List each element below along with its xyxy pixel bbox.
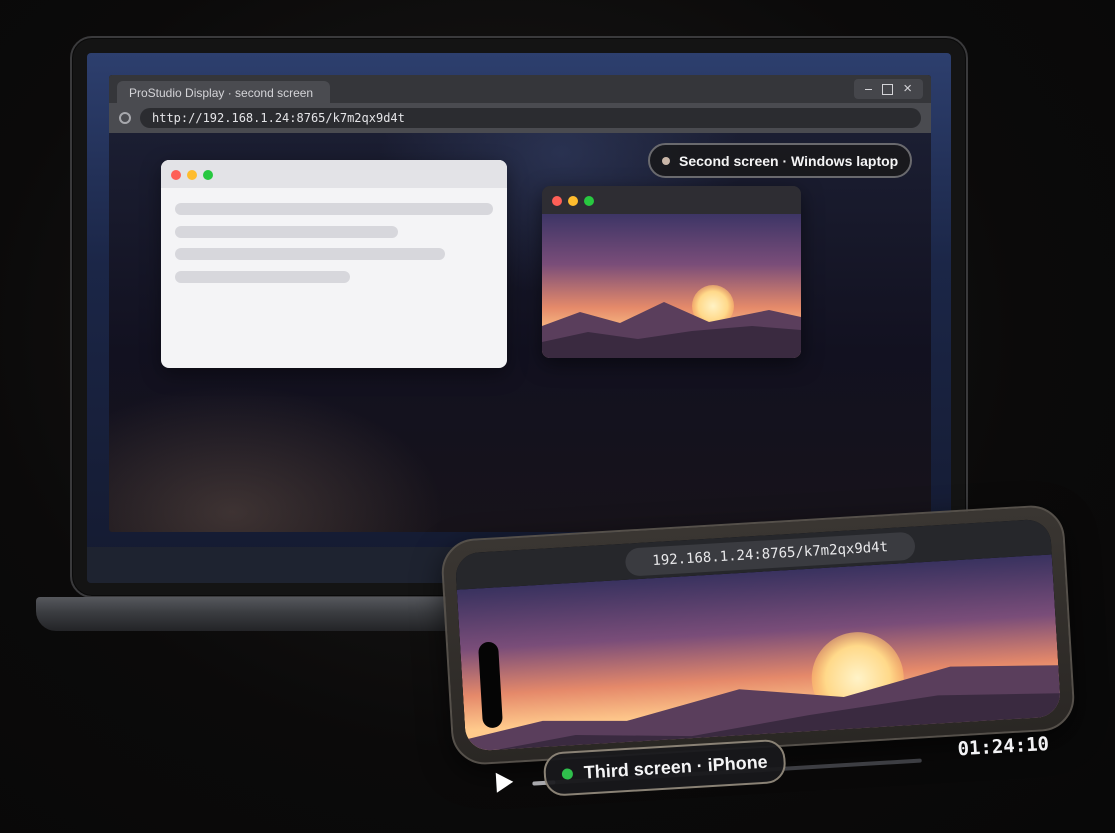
address-bar: http://192.168.1.24:8765/k7m2qx9d4t xyxy=(109,103,931,133)
status-dot-icon xyxy=(662,156,670,165)
site-info-icon[interactable] xyxy=(119,112,131,124)
text-placeholder-line xyxy=(175,226,398,238)
play-icon[interactable] xyxy=(494,771,515,794)
text-placeholder-line xyxy=(175,203,493,215)
phone-screen: 192.168.1.24:8765/k7m2qx9d4t xyxy=(454,518,1062,752)
document-window[interactable] xyxy=(161,160,507,368)
document-window-titlebar xyxy=(161,160,507,188)
second-screen-badge: Second screen · Windows laptop xyxy=(648,143,913,178)
laptop: ProStudio Display · second screen × http… xyxy=(70,36,968,598)
third-screen-badge-label: Third screen · iPhone xyxy=(583,751,769,783)
browser-titlebar: ProStudio Display · second screen × xyxy=(109,75,931,105)
text-placeholder-line xyxy=(175,271,350,283)
close-dot-icon[interactable] xyxy=(552,196,562,206)
minimize-dot-icon[interactable] xyxy=(568,196,578,206)
minimize-dot-icon[interactable] xyxy=(187,170,197,180)
minimize-icon[interactable] xyxy=(865,88,873,90)
url-field[interactable]: http://192.168.1.24:8765/k7m2qx9d4t xyxy=(140,108,921,128)
third-screen-badge: Third screen · iPhone xyxy=(542,738,787,797)
second-screen-badge-label: Second screen · Windows laptop xyxy=(679,152,899,169)
video-frame[interactable] xyxy=(456,554,1062,752)
playback-time: 01:24:10 xyxy=(956,732,1050,761)
photo-window-titlebar xyxy=(542,186,801,214)
close-icon[interactable]: × xyxy=(903,81,912,96)
close-dot-icon[interactable] xyxy=(171,170,181,180)
window-controls: × xyxy=(854,79,923,99)
browser-content xyxy=(109,133,931,532)
maximize-icon[interactable] xyxy=(882,83,894,95)
sunset-image xyxy=(542,214,801,358)
zoom-dot-icon[interactable] xyxy=(584,196,594,206)
zoom-dot-icon[interactable] xyxy=(203,170,213,180)
phone: 192.168.1.24:8765/k7m2qx9d4t 01:24:10 Th… xyxy=(439,503,1077,797)
browser-tab[interactable]: ProStudio Display · second screen xyxy=(117,81,330,105)
status-dot-icon xyxy=(561,767,574,780)
text-placeholder-line xyxy=(175,248,445,260)
laptop-screen: ProStudio Display · second screen × http… xyxy=(87,53,951,583)
photo-window[interactable] xyxy=(542,186,801,358)
